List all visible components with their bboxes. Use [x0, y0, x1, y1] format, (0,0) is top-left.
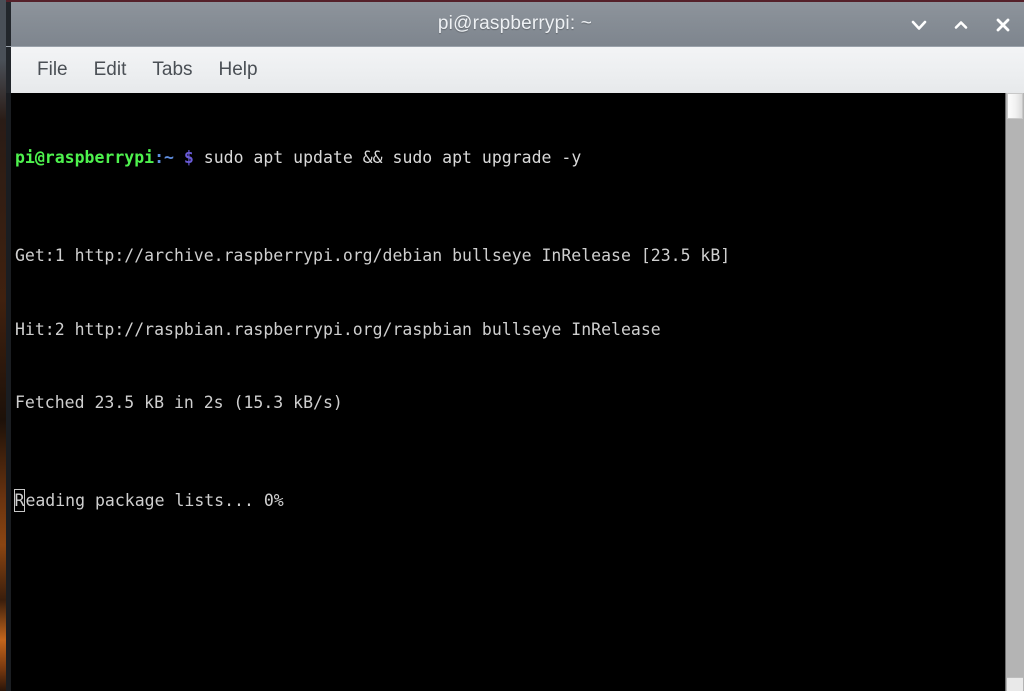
prompt-path: :~	[154, 148, 174, 167]
menu-item-help[interactable]: Help	[206, 56, 271, 84]
terminal-output-line: Get:1 http://archive.raspberrypi.org/deb…	[15, 246, 731, 265]
scrollbar-thumb[interactable]	[1007, 93, 1023, 119]
menu-item-file[interactable]: File	[24, 56, 81, 84]
scrollbar-bottom-cap[interactable]	[1007, 677, 1023, 691]
window-titlebar[interactable]: pi@raspberrypi: ~	[6, 0, 1024, 46]
menubar: File Edit Tabs Help	[6, 46, 1024, 93]
menu-item-tabs[interactable]: Tabs	[139, 56, 205, 84]
terminal-scrollbar[interactable]	[1005, 93, 1024, 691]
close-button[interactable]	[990, 12, 1016, 38]
terminal-output-line: Fetched 23.5 kB in 2s (15.3 kB/s)	[15, 393, 343, 412]
minimize-button[interactable]	[906, 12, 932, 38]
terminal-command: sudo apt update && sudo apt upgrade -y	[193, 148, 582, 167]
terminal-prompt-line: pi@raspberrypi:~ $ sudo apt update && su…	[15, 146, 1005, 171]
prompt-symbol: $	[183, 148, 194, 167]
terminal-body: pi@raspberrypi:~ $ sudo apt update && su…	[6, 93, 1024, 691]
terminal-status-line: Reading package lists... 0%	[13, 489, 1005, 514]
window-title: pi@raspberrypi: ~	[437, 13, 593, 34]
maximize-button[interactable]	[948, 12, 974, 38]
terminal-output[interactable]: pi@raspberrypi:~ $ sudo apt update && su…	[11, 93, 1005, 691]
menu-item-edit[interactable]: Edit	[81, 56, 140, 84]
terminal-output-line: Hit:2 http://raspbian.raspberrypi.org/ra…	[15, 319, 661, 339]
window-controls	[906, 2, 1016, 48]
terminal-cursor: R	[13, 489, 26, 512]
terminal-status-text: eading package lists... 0%	[25, 491, 284, 510]
terminal-window: pi@raspberrypi: ~ File Edit Tabs Help pi…	[6, 0, 1024, 691]
prompt-user-host: pi@raspberrypi	[15, 148, 155, 167]
